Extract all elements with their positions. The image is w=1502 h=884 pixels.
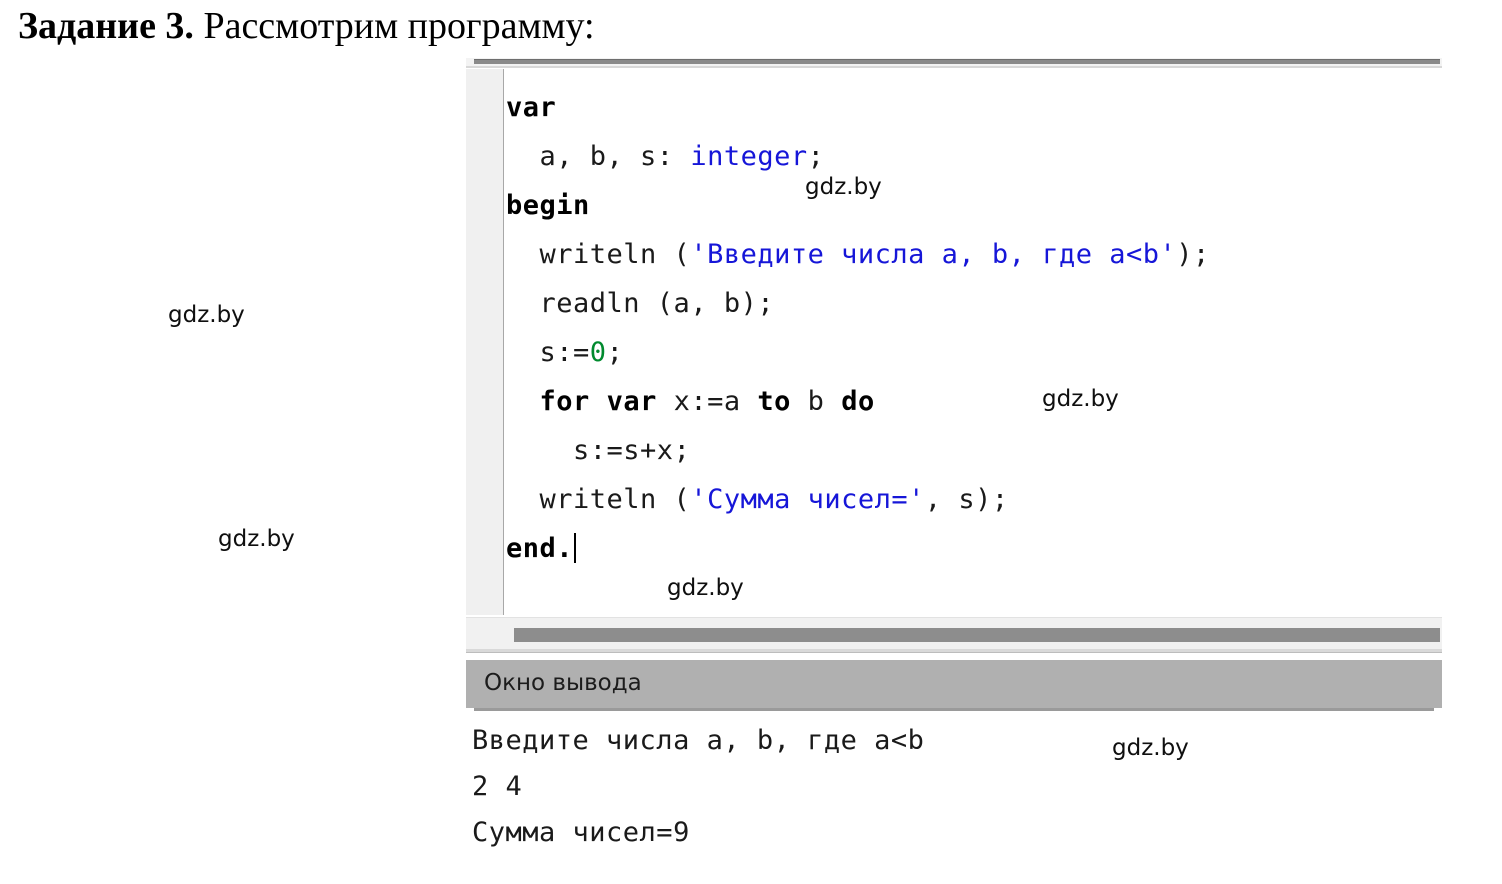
code-line: writeln ('Введите числа a, b, где a<b');	[506, 230, 1442, 279]
code-token-kw: for	[539, 386, 590, 417]
output-line: 2 4	[472, 771, 523, 802]
text-caret	[574, 533, 577, 563]
code-token-kw: begin	[506, 190, 590, 221]
code-token-str: 'Введите числа a, b, где a<b'	[690, 239, 1177, 270]
output-console-text: Введите числа a, b, где a<b 2 4 Сумма чисе…	[472, 718, 924, 856]
code-token-pl: s:=	[539, 337, 590, 368]
editor-top-scrollbar-track	[466, 66, 1442, 68]
code-token-type: integer	[690, 141, 808, 172]
code-token-kw: to	[757, 386, 791, 417]
output-line: Введите числа a, b, где a<b	[472, 725, 925, 756]
code-token-pl: );	[1176, 239, 1210, 270]
editor-scrollbar-track	[466, 649, 1442, 653]
code-token-kw: do	[841, 386, 875, 417]
watermark: gdz.by	[1042, 386, 1119, 412]
code-token-kw: var	[606, 386, 657, 417]
code-token-num: 0	[589, 337, 607, 368]
code-token-pl: b	[790, 386, 842, 417]
editor-horizontal-scrollbar[interactable]	[466, 617, 1442, 653]
output-console-divider	[474, 708, 1434, 711]
code-line: var	[506, 83, 1442, 132]
code-line: end.	[506, 524, 1442, 573]
output-window-title: Окно вывода	[484, 670, 642, 696]
code-token-pl: writeln (	[539, 484, 691, 515]
code-line: for var x:=a to b do	[506, 377, 1442, 426]
code-editor[interactable]: var a, b, s: integer; begin writeln ('Вве…	[466, 69, 1442, 615]
code-line: a, b, s: integer;	[506, 132, 1442, 181]
code-line: s:=s+x;	[506, 426, 1442, 475]
watermark: gdz.by	[218, 526, 295, 552]
code-token-pl: s:=s+x;	[573, 435, 691, 466]
code-token-str: 'Сумма чисел='	[690, 484, 925, 515]
code-token-pl: a, b, s:	[539, 141, 691, 172]
code-token-pl: writeln (	[539, 239, 691, 270]
code-line: readln (a, b);	[506, 279, 1442, 328]
watermark: gdz.by	[667, 575, 744, 601]
editor-horizontal-scrollbar-thumb[interactable]	[514, 628, 1440, 642]
code-line: begin	[506, 181, 1442, 230]
ide-window: var a, b, s: integer; begin writeln ('Вве…	[466, 58, 1442, 772]
code-line: writeln ('Сумма чисел=', s);	[506, 475, 1442, 524]
editor-top-scrollbar-thumb[interactable]	[474, 59, 1440, 64]
code-token-kw: var	[506, 92, 557, 123]
editor-gutter	[466, 69, 504, 615]
code-token-pl: , s);	[924, 484, 1009, 515]
watermark: gdz.by	[805, 174, 882, 200]
editor-top-scrollbar[interactable]	[466, 58, 1442, 68]
code-token-pl: x:=a	[656, 386, 758, 417]
code-token-pl: readln (a, b);	[539, 288, 775, 319]
page-title: Задание 3. Рассмотрим программу:	[18, 4, 595, 48]
task-label: Задание 3.	[18, 5, 194, 47]
task-description: Рассмотрим программу:	[193, 5, 595, 47]
watermark: gdz.by	[1112, 735, 1189, 761]
output-line: Сумма чисел=9	[472, 817, 690, 848]
code-token-pl: ;	[807, 141, 825, 172]
code-line: s:=0;	[506, 328, 1442, 377]
code-token-kw: end.	[506, 533, 574, 564]
code-content[interactable]: var a, b, s: integer; begin writeln ('Вве…	[506, 83, 1442, 615]
output-window-titlebar[interactable]: Окно вывода	[466, 660, 1442, 708]
code-token-pl: ;	[606, 337, 624, 368]
watermark: gdz.by	[168, 302, 245, 328]
